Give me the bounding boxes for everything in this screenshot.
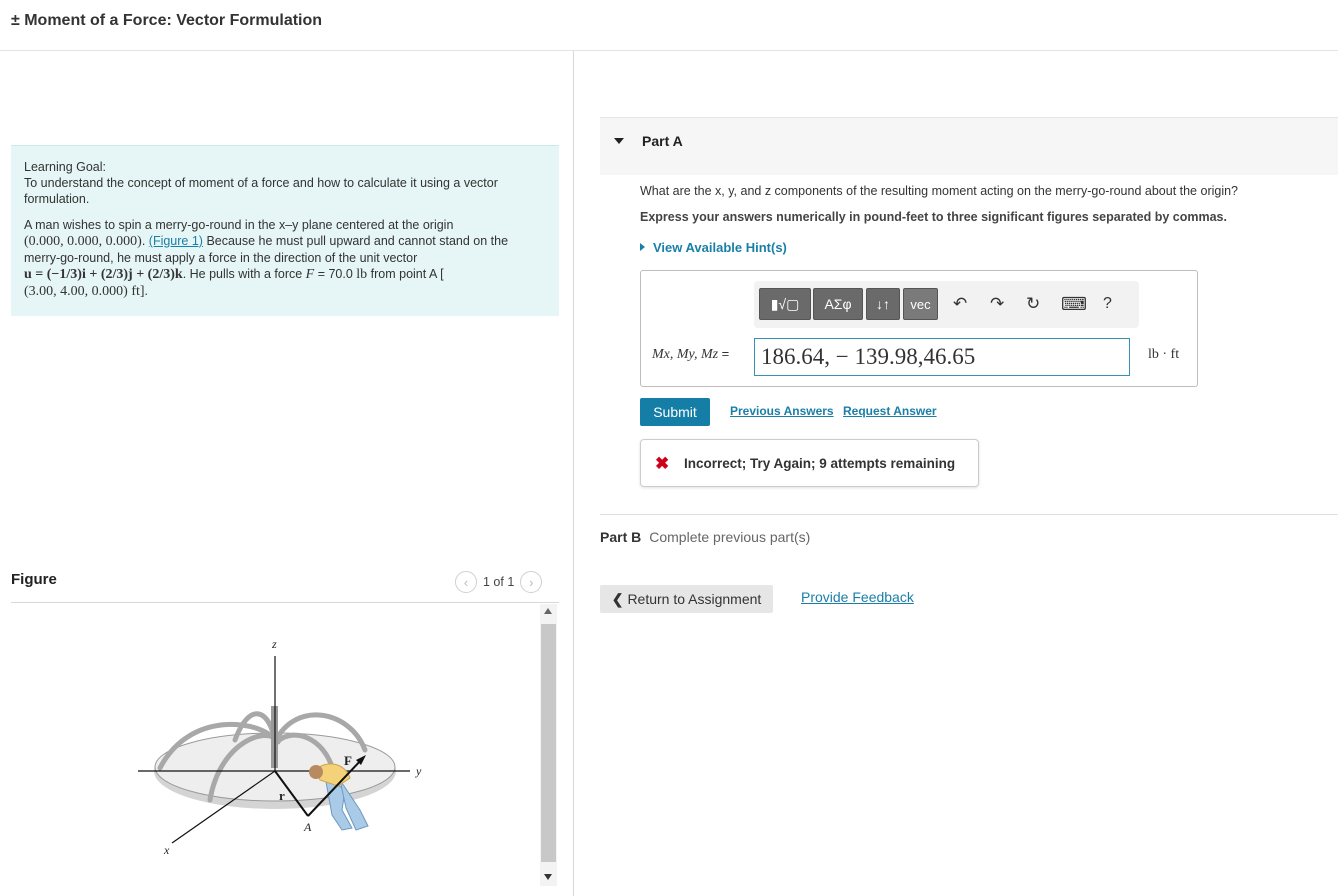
z-label: z xyxy=(271,637,277,651)
origin-coordinates: (0.000, 0.000, 0.000) xyxy=(24,234,142,249)
learning-goal-box: Learning Goal: To understand the concept… xyxy=(11,145,559,316)
a-label: A xyxy=(303,820,312,834)
part-b-status: Complete previous part(s) xyxy=(649,529,811,545)
figure-pager: ‹ 1 of 1 › xyxy=(455,571,543,593)
next-figure-button[interactable]: › xyxy=(520,571,543,593)
question-text: What are the x, y, and z components of t… xyxy=(640,184,1239,198)
hint-label: View Available Hint(s) xyxy=(653,240,787,255)
previous-answers-link[interactable]: Previous Answers xyxy=(730,404,834,418)
updown-arrows-icon: ↓↑ xyxy=(876,296,890,312)
return-label: Return to Assignment xyxy=(627,591,762,607)
header-divider xyxy=(0,50,1338,51)
learning-goal-label: Learning Goal: xyxy=(24,160,107,174)
answer-variables: Mx, My, Mz xyxy=(652,347,719,362)
part-b-header: Part B Complete previous part(s) xyxy=(600,529,810,545)
expand-triangle-icon xyxy=(640,243,645,251)
figure-1-link[interactable]: (Figure 1) xyxy=(149,234,203,248)
answer-input[interactable]: 186.64, − 139.98,46.65 xyxy=(754,338,1130,376)
y-label: y xyxy=(415,764,422,778)
answer-unit: lb · ft xyxy=(1148,347,1180,362)
force-unit: lb xyxy=(356,267,368,282)
force-variable: F xyxy=(305,267,315,282)
prev-figure-button[interactable]: ‹ xyxy=(455,571,477,593)
part-separator xyxy=(600,514,1338,515)
f-label: F xyxy=(344,753,352,768)
learning-goal-text: To understand the concept of moment of a… xyxy=(24,176,498,206)
greek-icon: ΑΣφ xyxy=(824,296,852,312)
subscript-button[interactable]: ↓↑ xyxy=(866,288,900,320)
answer-equals: = xyxy=(721,346,730,361)
vec-label: vec xyxy=(910,296,931,312)
problem-text-1: A man wishes to spin a merry-go-round in… xyxy=(24,218,454,232)
redo-icon[interactable]: ↷ xyxy=(990,295,1004,313)
period: . xyxy=(144,284,149,298)
panel-divider[interactable] xyxy=(573,51,574,896)
x-label: x xyxy=(163,843,170,857)
vector-button[interactable]: vec xyxy=(903,288,938,320)
help-icon[interactable]: ? xyxy=(1103,295,1112,313)
figure-scrollbar-thumb[interactable] xyxy=(541,624,556,862)
provide-feedback-link[interactable]: Provide Feedback xyxy=(801,589,914,605)
scroll-up-icon[interactable] xyxy=(544,608,552,614)
chevron-left-icon: ‹ xyxy=(463,574,469,590)
page-title: ± Moment of a Force: Vector Formulation xyxy=(11,12,323,29)
figure-divider xyxy=(11,602,559,603)
problem-text-4: from point A [ xyxy=(367,267,444,281)
template-icon: ▮√▢ xyxy=(770,295,800,312)
incorrect-x-icon: ✖ xyxy=(655,454,670,473)
keyboard-icon[interactable]: ⌨ xyxy=(1061,295,1087,313)
part-b-label: Part B xyxy=(600,529,642,545)
undo-icon[interactable]: ↶ xyxy=(953,295,967,313)
force-magnitude: = 70.0 xyxy=(314,267,357,281)
greek-symbols-button[interactable]: ΑΣφ xyxy=(813,288,863,320)
part-a-header[interactable] xyxy=(600,117,1338,175)
return-to-assignment-button[interactable]: ❮ Return to Assignment xyxy=(600,585,773,613)
template-button[interactable]: ▮√▢ xyxy=(759,288,811,320)
unit-vector: u = (−1/3)i + (2/3)j + (2/3)k xyxy=(24,267,183,282)
answer-label: Mx, My, Mz = xyxy=(652,346,729,363)
r-label: r xyxy=(279,788,285,803)
chevron-right-icon: › xyxy=(529,574,534,590)
scroll-down-icon[interactable] xyxy=(544,874,552,880)
chevron-left-icon: ❮ xyxy=(611,590,624,607)
figure-page-count: 1 of 1 xyxy=(483,575,515,589)
instruction-text: Express your answers numerically in poun… xyxy=(640,210,1227,224)
collapse-triangle-icon[interactable] xyxy=(614,138,624,144)
view-hints-link[interactable]: View Available Hint(s) xyxy=(640,240,787,255)
problem-statement: A man wishes to spin a merry-go-round in… xyxy=(24,218,509,299)
feedback-message: Incorrect; Try Again; 9 attempts remaini… xyxy=(684,456,956,471)
reset-icon[interactable]: ↻ xyxy=(1026,295,1040,313)
merry-go-round-figure: z y x r F A xyxy=(138,637,422,857)
part-a-label: Part A xyxy=(642,133,683,149)
problem-text-3: . He pulls with a force xyxy=(182,267,306,281)
point-a-coordinates: (3.00, 4.00, 0.000) ft] xyxy=(24,284,145,299)
request-answer-link[interactable]: Request Answer xyxy=(843,404,937,418)
submit-button[interactable]: Submit xyxy=(640,398,710,426)
figure-heading: Figure xyxy=(11,571,57,588)
